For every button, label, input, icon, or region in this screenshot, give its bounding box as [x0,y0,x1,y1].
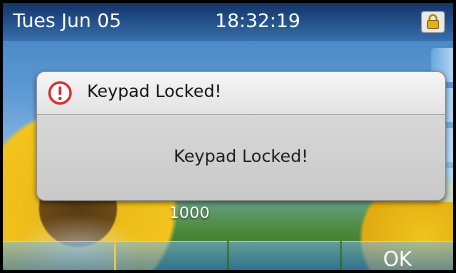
dialog-body: Keypad Locked! [37,115,445,200]
keypad-locked-dialog: Keypad Locked! Keypad Locked! [36,71,446,201]
ok-softkey[interactable]: OK [342,241,453,271]
softkey-2[interactable] [116,241,227,270]
lock-icon [421,11,445,33]
phone-screen: Tues Jun 05 18:32:19 1000 Keypad Locked! [0,0,456,273]
dialog-header: Keypad Locked! [37,72,445,115]
status-bar: Tues Jun 05 18:32:19 [3,3,453,41]
dialog-title: Keypad Locked! [87,82,222,102]
softkey-1[interactable] [3,241,114,270]
softkey-3[interactable] [229,241,340,270]
dialog-message: Keypad Locked! [173,147,309,167]
status-date: Tues Jun 05 [13,10,122,32]
account-label: 1000 [169,203,210,222]
softkey-label: OK [383,247,412,271]
status-time: 18:32:19 [215,10,301,32]
alert-icon [48,81,72,105]
softkey-bar: OK [3,241,453,271]
